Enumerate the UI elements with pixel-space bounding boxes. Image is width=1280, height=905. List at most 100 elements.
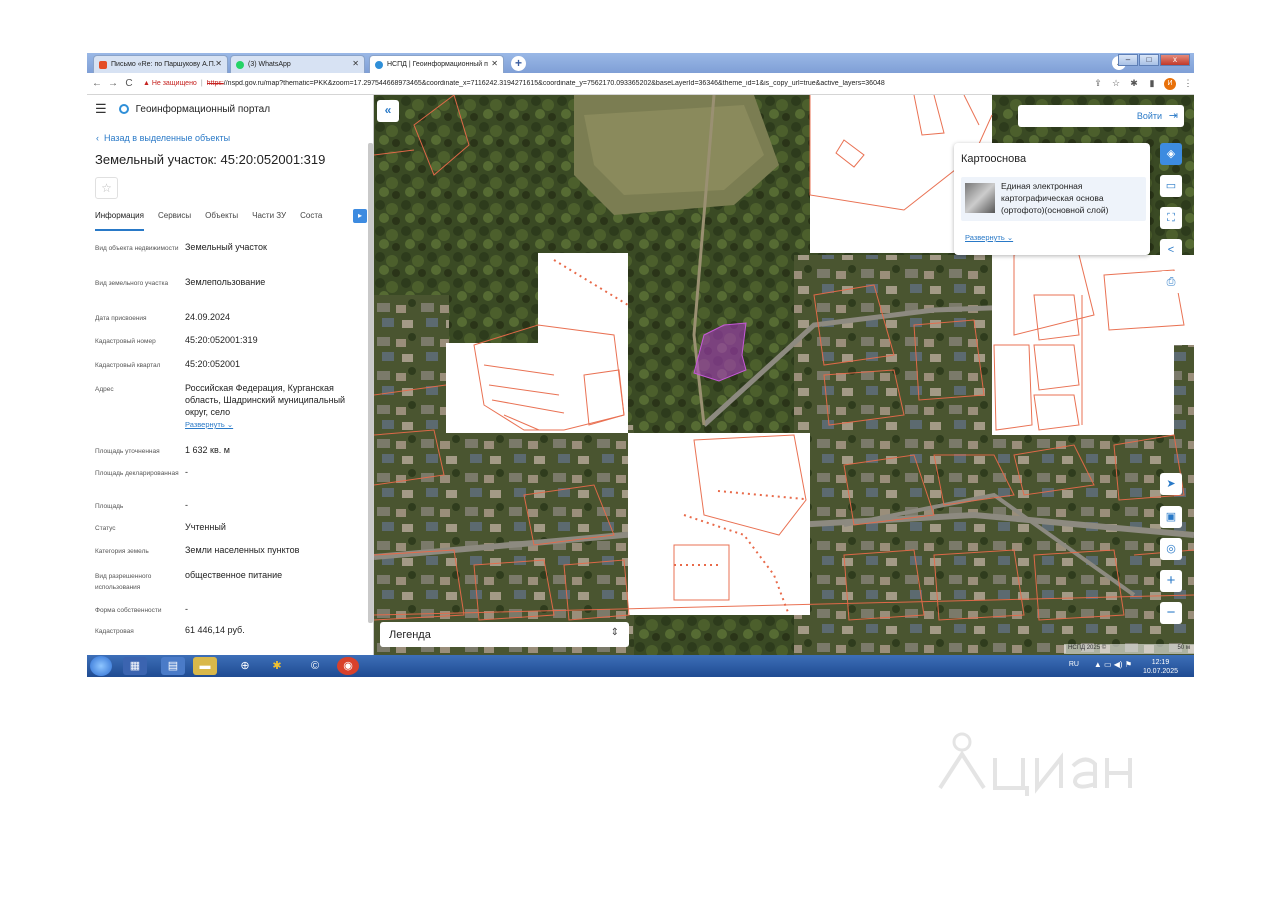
minimap-button[interactable]: ▣ [1160,506,1182,528]
attribute-value: Земельный участок [185,242,267,252]
tab-label: (3) WhatsApp [248,61,291,68]
browser-tab-whatsapp[interactable]: (3) WhatsApp ✕ [230,55,365,73]
close-icon[interactable]: ✕ [491,59,498,68]
position-button[interactable]: ◎ [1160,538,1182,560]
attribute-value: 1 632 кв. м [185,445,230,455]
paint-icon[interactable]: ▤ [161,657,185,675]
zoom-out-button[interactable]: − [1160,602,1182,624]
legend-label: Легенда [389,629,431,641]
url-text: //nspd.gov.ru/map?thematic=PKK&zoom=17.2… [223,80,885,87]
window-controls: – □ x [1118,54,1190,66]
tab-objects[interactable]: Объекты [205,211,238,231]
print-button[interactable]: ⎙ [1160,271,1182,293]
login-icon[interactable]: ⇥ [1169,109,1178,122]
maximize-button[interactable]: □ [1139,54,1159,66]
explorer-icon[interactable]: ▬ [193,657,217,675]
basemap-panel: Картооснова Единая электронная картограф… [954,143,1150,255]
tabs-scroll-right-button[interactable]: ▸ [353,209,367,223]
browser-tab-mail[interactable]: Письмо «Re: по Паршукову А.П. ✕ [93,55,228,73]
attribute-value: 24.09.2024 [185,312,231,322]
login-bar: Войти ⇥ [1018,105,1184,127]
attribute-value: Учтенный [185,522,226,532]
cian-watermark-logo [938,732,1132,796]
browser-tab-nspd[interactable]: НСПД | Геоинформационный п ✕ [369,55,504,73]
system-clock[interactable]: 12:19 10.07.2025 [1143,658,1178,676]
attribute-value: 61 446,14 руб. [185,625,245,635]
forward-arrow-icon[interactable]: → [107,78,119,89]
select-area-button[interactable]: ⛶ [1160,207,1182,229]
tab-parts[interactable]: Части ЗУ [252,211,286,231]
map-attribution: НСПД 2025 © 50 м [1064,644,1194,654]
attribute-key: Кадастровая [95,628,134,635]
zoom-in-icon: + [1166,572,1176,589]
reload-icon[interactable]: C [123,78,135,89]
panel-scrollbar[interactable] [368,143,373,623]
basemap-title: Картооснова [961,153,1027,165]
attribute-value: Землепользование [185,277,266,287]
chrome-icon[interactable]: ◉ [337,657,359,675]
zoom-in-button[interactable]: + [1160,570,1182,592]
portal-logo-icon [118,104,129,114]
attribute-row: Категория земель Земли населенных пункто… [95,544,373,569]
scale-text: 50 м [1177,645,1190,651]
layers-button[interactable]: ◈ [1160,143,1182,165]
attribute-row: Вид объекта недвижимости Земельный участ… [95,241,373,276]
minimap-icon: ▣ [1165,511,1177,523]
ccleaner-icon[interactable]: © [303,657,327,675]
security-warning[interactable]: ▲ Не защищено [143,80,197,87]
whatsapp-icon [236,60,244,69]
tab-services[interactable]: Сервисы [158,211,191,231]
app-icon[interactable]: ⊕ [233,657,257,675]
map-view[interactable]: « Войти ⇥ Картооснова Единая электронная… [374,95,1194,655]
share-button[interactable]: < [1160,239,1182,261]
extensions-icon[interactable]: ✱ [1128,78,1140,89]
basemap-layer-item[interactable]: Единая электронная картографическая осно… [961,177,1146,221]
locate-button[interactable]: ➤ [1160,473,1182,495]
back-to-selection-link[interactable]: ‹ Назад в выделенные объекты [96,133,373,143]
login-button[interactable]: Войти [1137,111,1162,121]
ruler-button[interactable]: ▭ [1160,175,1182,197]
mail-icon [99,60,107,69]
antivirus-icon[interactable]: ✱ [265,657,289,675]
back-arrow-icon[interactable]: ← [91,78,103,89]
legend-dropdown[interactable]: Легенда ⇕ [380,622,629,647]
updown-chevron-icon: ⇕ [610,627,619,638]
window-close-button[interactable]: x [1160,54,1190,66]
tab-information[interactable]: Информация [95,211,144,231]
attribute-value: 45:20:052001 [185,359,241,369]
browser-menu-icon[interactable]: ⋮ [1182,78,1194,89]
bookmark-star-icon[interactable]: ☆ [1110,78,1122,89]
attribute-key: Форма собственности [95,607,162,614]
attribute-key: Площадь уточненная [95,448,160,455]
tab-composition[interactable]: Соста [300,211,322,231]
close-icon[interactable]: ✕ [352,59,359,68]
side-panel-icon[interactable]: ▮ [1146,78,1158,89]
attribute-key: Кадастровый номер [95,338,156,345]
minimize-button[interactable]: – [1118,54,1138,66]
close-icon[interactable]: ✕ [215,59,222,68]
attribute-row: Дата присвоения 24.09.2024 [95,311,373,334]
language-indicator[interactable]: RU [1069,661,1079,668]
nspd-icon [375,60,383,69]
attribute-value: общественное питание [185,570,283,580]
info-panel: ☰ Геоинформационный портал ‹ Назад в выд… [87,95,374,655]
start-button[interactable] [90,656,112,676]
attribute-value: Российская Федерация, Курганская область… [185,383,346,417]
hamburger-menu-icon[interactable]: ☰ [95,101,107,117]
avatar[interactable]: И [1163,77,1176,90]
media-center-icon[interactable]: ▦ [123,657,147,675]
address-bar: ← → C ▲ Не защищено | https://nspd.gov.r… [87,73,1194,95]
favorite-star-button[interactable]: ☆ [95,177,118,199]
url-field[interactable]: https://nspd.gov.ru/map?thematic=PKK&zoo… [207,80,1086,87]
select-area-icon: ⛶ [1167,212,1175,224]
tray-icons[interactable]: ▲ ▭ ◀) ⚑ [1094,660,1132,669]
address-expand-link[interactable]: Развернуть ⌄ [185,420,233,429]
basemap-expand-link[interactable]: Развернуть ⌄ [965,233,1013,242]
attribute-list: Вид объекта недвижимости Земельный участ… [87,241,373,644]
new-tab-button[interactable]: + [511,56,526,71]
share-page-icon[interactable]: ⇪ [1092,78,1104,89]
collapse-panel-button[interactable]: « [377,100,399,122]
tab-label: Письмо «Re: по Паршукову А.П. [111,61,216,68]
attribute-key: Дата присвоения [95,315,147,322]
attribute-row: Форма собственности - [95,603,373,624]
